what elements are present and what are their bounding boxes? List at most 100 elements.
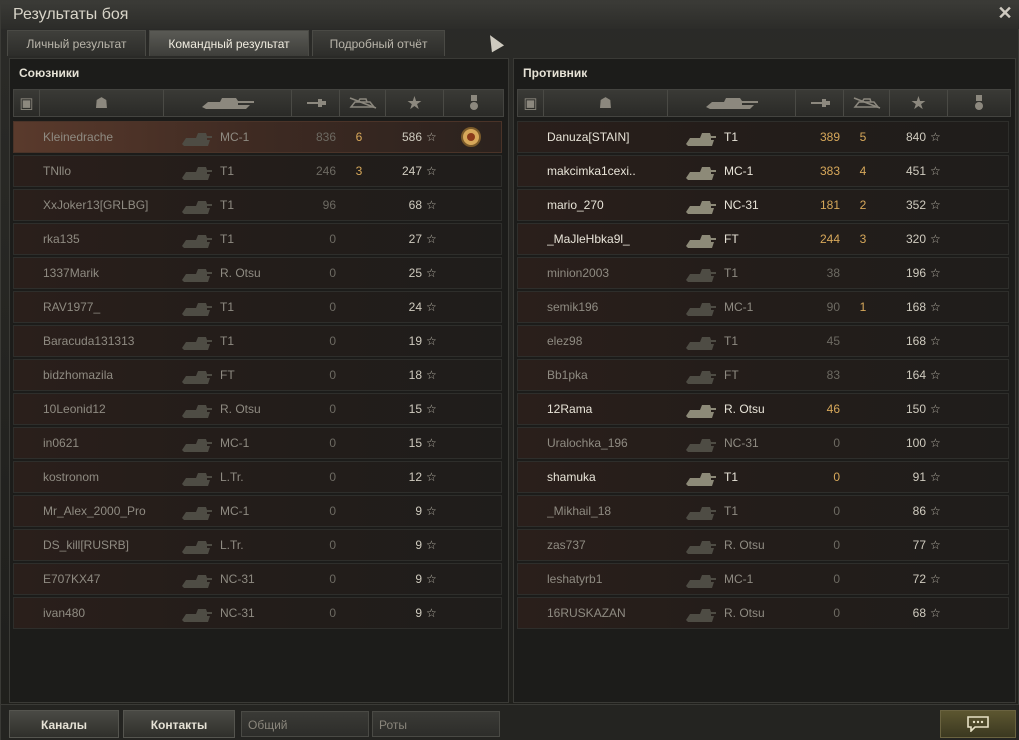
xp-value: 320 (905, 232, 926, 246)
battle-results-window: Результаты боя ✕ Личный результат Команд… (0, 0, 1019, 740)
table-row[interactable]: _MaJleHbka9l_ FT 244 3 320 ☆ (517, 223, 1009, 255)
player-name: elez98 (547, 334, 583, 348)
table-row[interactable]: leshatyrb1 MC-1 0 72 ☆ (517, 563, 1009, 595)
medal-icon[interactable] (459, 125, 483, 149)
table-row[interactable]: 1337Marik R. Otsu 0 25 ☆ (13, 257, 502, 289)
damage-value: 0 (329, 266, 336, 280)
tank-icon (682, 601, 718, 625)
tank-icon[interactable] (668, 90, 796, 116)
player-name: minion2003 (547, 266, 610, 280)
table-row[interactable]: 10Leonid12 R. Otsu 0 15 ☆ (13, 393, 502, 425)
table-row[interactable]: semik196 MC-1 90 1 168 ☆ (517, 291, 1009, 323)
damage-icon[interactable] (292, 90, 340, 116)
close-icon[interactable]: ✕ (996, 4, 1014, 22)
kills-value (848, 598, 878, 628)
star-icon: ☆ (930, 198, 941, 212)
table-row[interactable]: rka135 T1 0 27 ☆ (13, 223, 502, 255)
player-icon[interactable]: ☗ (40, 90, 164, 116)
star-icon: ☆ (930, 232, 941, 246)
tank-name: T1 (724, 470, 739, 484)
tab-personal-result[interactable]: Личный результат (7, 30, 146, 56)
medal-icon[interactable] (444, 90, 503, 116)
tab-detailed-report[interactable]: Подробный отчёт (312, 30, 445, 56)
xp-value: 168 (905, 300, 926, 314)
xp-value: 196 (905, 266, 926, 280)
table-row[interactable]: Bb1pka FT 83 164 ☆ (517, 359, 1009, 391)
table-row[interactable]: 16RUSKAZAN R. Otsu 0 68 ☆ (517, 597, 1009, 629)
tank-name: L.Tr. (220, 538, 244, 552)
tank-name: R. Otsu (724, 402, 765, 416)
chat-icon[interactable] (940, 710, 1016, 738)
platoon-icon[interactable]: ▣ (518, 90, 544, 116)
tank-icon (178, 159, 214, 183)
tank-icon (682, 567, 718, 591)
damage-value: 389 (819, 130, 840, 144)
table-row[interactable]: RAV1977_ T1 0 24 ☆ (13, 291, 502, 323)
xp-value: 15 (408, 436, 422, 450)
table-row[interactable]: elez98 T1 45 168 ☆ (517, 325, 1009, 357)
damage-value: 0 (329, 538, 336, 552)
tank-name: T1 (220, 300, 235, 314)
xp-value: 25 (408, 266, 422, 280)
damage-value: 0 (833, 504, 840, 518)
table-row[interactable]: Uralochka_196 NC-31 0 100 ☆ (517, 427, 1009, 459)
star-icon: ☆ (930, 504, 941, 518)
table-row[interactable]: E707KX47 NC-31 0 9 ☆ (13, 563, 502, 595)
star-icon[interactable]: ★ (890, 90, 948, 116)
table-row[interactable]: zas737 R. Otsu 0 77 ☆ (517, 529, 1009, 561)
table-row[interactable]: Danuza[STAIN] T1 389 5 840 ☆ (517, 121, 1009, 153)
table-row[interactable]: makcimka1cexi.. MC-1 383 4 451 ☆ (517, 155, 1009, 187)
companies-channel-tab[interactable]: Роты (372, 711, 500, 737)
table-row[interactable]: shamuka T1 0 91 ☆ (517, 461, 1009, 493)
table-row[interactable]: mario_270 NC-31 181 2 352 ☆ (517, 189, 1009, 221)
xp-value: 91 (912, 470, 926, 484)
damage-value: 0 (833, 606, 840, 620)
xp-value: 451 (905, 164, 926, 178)
table-row[interactable]: kostronom L.Tr. 0 12 ☆ (13, 461, 502, 493)
damage-value: 0 (329, 470, 336, 484)
medal-icon[interactable] (948, 90, 1010, 116)
tank-icon[interactable] (164, 90, 292, 116)
enemies-title: Противник (523, 66, 588, 80)
channels-button[interactable]: Каналы (9, 710, 119, 738)
table-row[interactable]: Mr_Alex_2000_Pro MC-1 0 9 ☆ (13, 495, 502, 527)
table-row[interactable]: _Mikhail_18 T1 0 86 ☆ (517, 495, 1009, 527)
table-row[interactable]: bidzhomazila FT 0 18 ☆ (13, 359, 502, 391)
tank-name: T1 (724, 334, 739, 348)
tank-name: T1 (220, 232, 235, 246)
xp-value: 15 (408, 402, 422, 416)
table-row[interactable]: TNllo T1 246 3 247 ☆ (13, 155, 502, 187)
allies-title: Союзники (19, 66, 80, 80)
kills-icon[interactable] (340, 90, 386, 116)
tank-icon (178, 465, 214, 489)
kills-value (344, 428, 374, 458)
tank-icon (178, 499, 214, 523)
kills-value (848, 428, 878, 458)
damage-value: 0 (329, 368, 336, 382)
table-row[interactable]: Baracuda131313 T1 0 19 ☆ (13, 325, 502, 357)
tank-icon (178, 193, 214, 217)
table-row[interactable]: 12Rama R. Otsu 46 150 ☆ (517, 393, 1009, 425)
platoon-icon[interactable]: ▣ (14, 90, 40, 116)
star-icon[interactable]: ★ (386, 90, 444, 116)
table-row[interactable]: ivan480 NC-31 0 9 ☆ (13, 597, 502, 629)
table-row[interactable]: Kleinedrache MC-1 836 6 586 ☆ (13, 121, 502, 153)
common-channel-tab[interactable]: Общий (241, 711, 369, 737)
table-row[interactable]: minion2003 T1 38 196 ☆ (517, 257, 1009, 289)
player-name: zas737 (547, 538, 586, 552)
damage-icon[interactable] (796, 90, 844, 116)
tab-team-result[interactable]: Командный результат (149, 30, 309, 56)
contacts-button[interactable]: Контакты (123, 710, 235, 738)
kills-value (344, 190, 374, 220)
tank-name: R. Otsu (220, 402, 261, 416)
player-name: makcimka1cexi.. (547, 164, 636, 178)
player-name: Uralochka_196 (547, 436, 628, 450)
table-row[interactable]: DS_kill[RUSRB] L.Tr. 0 9 ☆ (13, 529, 502, 561)
star-icon: ☆ (930, 436, 941, 450)
table-row[interactable]: in0621 MC-1 0 15 ☆ (13, 427, 502, 459)
tank-name: T1 (220, 334, 235, 348)
player-icon[interactable]: ☗ (544, 90, 668, 116)
tank-icon (682, 193, 718, 217)
kills-icon[interactable] (844, 90, 890, 116)
table-row[interactable]: XxJoker13[GRLBG] T1 96 68 ☆ (13, 189, 502, 221)
